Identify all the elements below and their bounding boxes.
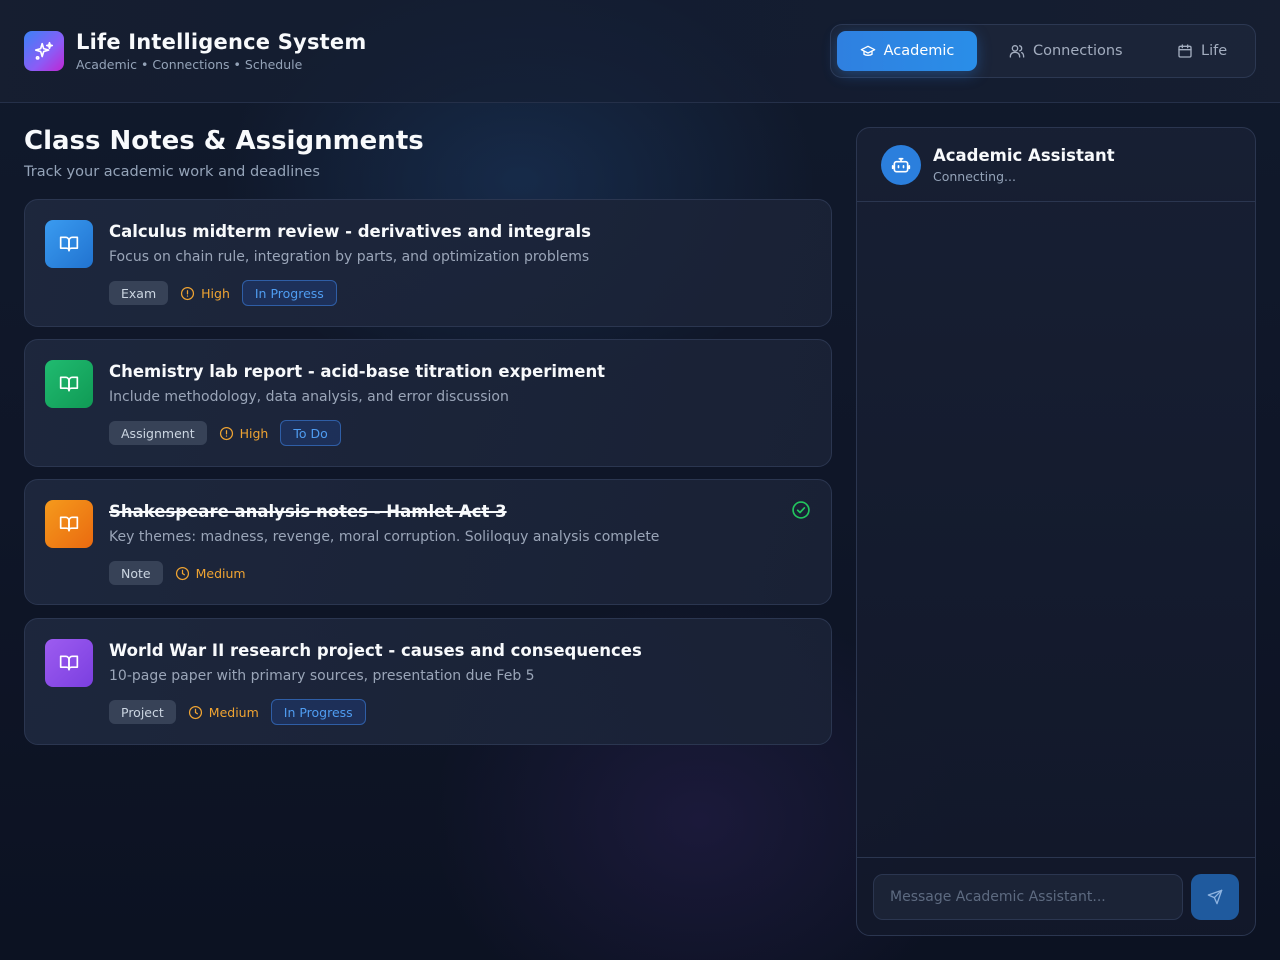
priority-label: Medium — [208, 704, 259, 720]
alert-circle-icon — [219, 426, 233, 440]
card-description: Include methodology, data analysis, and … — [109, 389, 509, 405]
alert-circle-icon — [181, 286, 195, 300]
tab-connections[interactable]: Connections — [993, 31, 1139, 71]
assistant-header: Academic Assistant Connecting... — [857, 128, 1255, 202]
check-circle-icon[interactable] — [791, 500, 811, 524]
message-list[interactable] — [857, 202, 1255, 857]
card-title: World War II research project - causes a… — [109, 641, 642, 660]
card-description: Focus on chain rule, integration by part… — [109, 249, 590, 265]
status-badge: In Progress — [270, 699, 366, 725]
app-header: Life Intelligence System Academic • Conn… — [0, 0, 1280, 103]
bot-icon — [881, 145, 921, 185]
clock-icon — [188, 705, 202, 719]
users-icon — [1009, 45, 1025, 58]
book-open-icon — [45, 360, 93, 408]
send-button[interactable] — [1191, 874, 1239, 920]
type-badge: Assignment — [109, 421, 207, 445]
status-badge: In Progress — [241, 280, 337, 306]
tab-label: Connections — [1033, 43, 1123, 59]
tab-label: Life — [1201, 43, 1228, 59]
card-title: Shakespeare analysis notes - Hamlet Act … — [109, 502, 507, 521]
card-tags: Project Medium In Progress — [109, 699, 366, 725]
priority-indicator: High — [219, 425, 269, 441]
type-badge: Note — [109, 561, 163, 585]
card-description: Key themes: madness, revenge, moral corr… — [109, 529, 660, 545]
send-icon — [1207, 889, 1223, 905]
page-subtitle: Track your academic work and deadlines — [24, 164, 320, 180]
assistant-name: Academic Assistant — [933, 146, 1115, 165]
assignment-card[interactable]: Shakespeare analysis notes - Hamlet Act … — [24, 479, 832, 605]
book-open-icon — [45, 639, 93, 687]
card-tags: Exam High In Progress — [109, 280, 337, 306]
card-title: Calculus midterm review - derivatives an… — [109, 222, 591, 241]
tab-academic[interactable]: Academic — [837, 31, 977, 71]
assistant-panel: Academic Assistant Connecting... — [856, 127, 1256, 936]
graduation-cap-icon — [860, 45, 875, 56]
tab-life[interactable]: Life — [1161, 31, 1243, 71]
clock-icon — [175, 566, 189, 580]
status-badge: To Do — [280, 420, 341, 446]
priority-label: High — [239, 425, 269, 441]
priority-indicator: Medium — [175, 566, 246, 581]
connection-status: Connecting... — [933, 169, 1016, 184]
priority-label: High — [201, 285, 230, 301]
card-title: Chemistry lab report - acid-base titrati… — [109, 362, 606, 381]
main-nav: Academic Connections Life — [830, 24, 1256, 78]
app-subtitle: Academic • Connections • Schedule — [76, 57, 303, 72]
type-badge: Project — [109, 700, 176, 724]
priority-indicator: High — [180, 286, 230, 301]
message-composer — [857, 857, 1255, 935]
assignment-card[interactable]: Calculus midterm review - derivatives an… — [24, 199, 832, 327]
book-open-icon — [45, 500, 93, 548]
priority-label: Medium — [195, 565, 246, 581]
card-tags: Note Medium — [109, 560, 246, 586]
calendar-icon — [1178, 44, 1192, 58]
app-title: Life Intelligence System — [76, 30, 367, 54]
card-tags: Assignment High To Do — [109, 420, 341, 446]
card-description: 10-page paper with primary sources, pres… — [109, 668, 535, 684]
assignment-card[interactable]: World War II research project - causes a… — [24, 618, 832, 745]
sparkles-icon — [24, 31, 64, 71]
message-input[interactable] — [873, 874, 1183, 920]
page-title: Class Notes & Assignments — [24, 126, 424, 156]
assignment-card[interactable]: Chemistry lab report - acid-base titrati… — [24, 339, 832, 467]
priority-indicator: Medium — [188, 705, 259, 720]
tab-label: Academic — [883, 43, 955, 59]
book-open-icon — [45, 220, 93, 268]
type-badge: Exam — [109, 281, 169, 305]
